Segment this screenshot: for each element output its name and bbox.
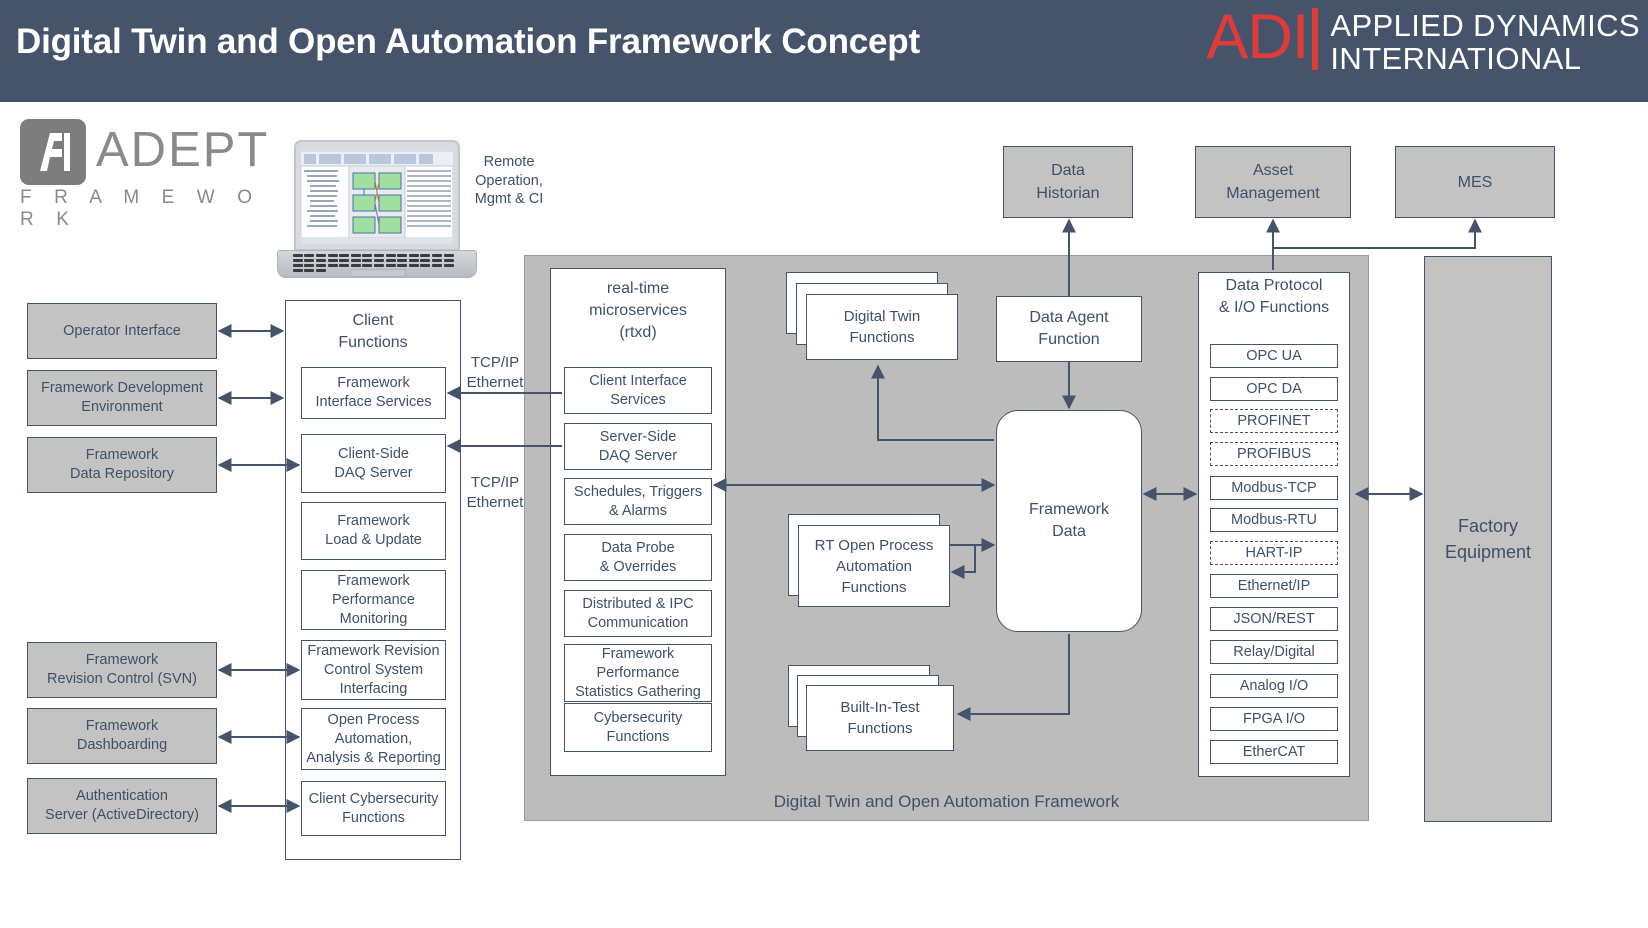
box-framework-performance-statistics-gathering[interactable]: Framework Performance Statistics Gathering <box>564 644 712 702</box>
adi-logo-wordmark: APPLIED DYNAMICS INTERNATIONAL <box>1330 6 1640 75</box>
laptop-base <box>277 250 477 278</box>
box-protocol-relay-digital[interactable]: Relay/Digital <box>1210 640 1338 664</box>
box-cybersecurity-functions[interactable]: Cybersecurity Functions <box>564 703 712 752</box>
box-built-in-test-functions[interactable]: Built-In-Test Functions <box>806 685 954 751</box>
remote-operation-label: Remote Operation, Mgmt & CI <box>474 154 544 207</box>
adi-logo-divider <box>1312 8 1319 70</box>
box-digital-twin-functions[interactable]: Digital Twin Functions <box>806 294 958 360</box>
laptop-keyboard <box>292 253 464 273</box>
box-framework-revision-control-system-interfacing[interactable]: Framework Revision Control System Interfac… <box>301 640 446 700</box>
box-protocol-fpga-io[interactable]: FPGA I/O <box>1210 707 1338 731</box>
box-client-interface-services[interactable]: Client Interface Services <box>564 367 712 414</box>
laptop-screen <box>301 147 453 244</box>
laptop-trackpad <box>350 269 406 277</box>
box-client-cybersecurity-functions[interactable]: Client Cybersecurity Functions <box>301 781 446 836</box>
page-header: Digital Twin and Open Automation Framewo… <box>0 0 1648 102</box>
laptop-lid <box>294 140 460 251</box>
adi-logo-line2: INTERNATIONAL <box>1330 41 1582 76</box>
box-framework-revision-control[interactable]: Framework Revision Control (SVN) <box>27 642 217 698</box>
box-operator-interface[interactable]: Operator Interface <box>27 303 217 359</box>
stack-rt-open-process-automation[interactable]: RT Open Process Automation Functions <box>788 514 974 624</box>
box-framework-performance-monitoring[interactable]: Framework Performance Monitoring <box>301 570 446 630</box>
box-data-agent-function[interactable]: Data Agent Function <box>996 296 1142 362</box>
box-factory-equipment[interactable]: Factory Equipment <box>1424 256 1552 822</box>
box-data-historian[interactable]: Data Historian <box>1003 146 1133 218</box>
box-framework-load-update[interactable]: Framework Load & Update <box>301 502 446 560</box>
adept-framework-logo: ADEPT F R A M E W O R K <box>14 117 276 230</box>
link-label-top: TCP/IP Ethernet <box>466 354 524 391</box>
adept-subtitle: F R A M E W O R K <box>20 187 261 230</box>
client-functions-title: Client Functions <box>338 312 408 351</box>
box-protocol-profibus[interactable]: PROFIBUS <box>1210 442 1338 466</box>
box-framework-data-repository[interactable]: Framework Data Repository <box>27 437 217 493</box>
box-rt-open-process-automation-functions[interactable]: RT Open Process Automation Functions <box>798 525 950 607</box>
box-framework-development-environment[interactable]: Framework Development Environment <box>27 370 217 426</box>
box-server-side-daq-server[interactable]: Server-Side DAQ Server <box>564 423 712 470</box>
box-open-process-automation-analysis-reporting[interactable]: Open Process Automation, Analysis & Report… <box>301 708 446 770</box>
box-framework-interface-services[interactable]: Framework Interface Services <box>301 367 446 419</box>
box-protocol-opc-da[interactable]: OPC DA <box>1210 377 1338 401</box>
framework-panel-label: Digital Twin and Open Automation Framewo… <box>773 792 1120 811</box>
protocols-title: Data Protocol & I/O Functions <box>1218 277 1330 316</box>
box-distributed-ipc-communication[interactable]: Distributed & IPC Communication <box>564 590 712 637</box>
laptop-illustration <box>277 140 477 280</box>
page-title: Digital Twin and Open Automation Framewo… <box>16 22 920 61</box>
box-asset-management[interactable]: Asset Management <box>1195 146 1351 218</box>
box-protocol-ethercat[interactable]: EtherCAT <box>1210 740 1338 764</box>
adept-logo-icon <box>20 119 86 185</box>
box-framework-data[interactable]: Framework Data <box>996 410 1142 632</box>
box-protocol-ethernet-ip[interactable]: Ethernet/IP <box>1210 574 1338 598</box>
link-label-bottom: TCP/IP Ethernet <box>466 474 524 511</box>
adi-logo: ADI APPLIED DYNAMICS INTERNATIONAL <box>1206 2 1640 76</box>
box-protocol-hart-ip[interactable]: HART-IP <box>1210 541 1338 565</box>
rtxd-title: real-time microservices (rtxd) <box>589 280 687 341</box>
box-protocol-modbus-rtu[interactable]: Modbus-RTU <box>1210 508 1338 532</box>
box-authentication-server[interactable]: Authentication Server (ActiveDirectory) <box>27 778 217 834</box>
adi-logo-line1: APPLIED DYNAMICS <box>1330 8 1640 43</box>
stack-built-in-test[interactable]: Built-In-Test Functions <box>788 665 974 765</box>
box-protocol-profinet[interactable]: PROFINET <box>1210 409 1338 433</box>
box-data-probe-overrides[interactable]: Data Probe & Overrides <box>564 534 712 581</box>
stack-digital-twin-functions[interactable]: Digital Twin Functions <box>786 272 972 366</box>
adept-wordmark: ADEPT <box>96 123 270 177</box>
box-protocol-opc-ua[interactable]: OPC UA <box>1210 344 1338 368</box>
box-protocol-analog-io[interactable]: Analog I/O <box>1210 674 1338 698</box>
adi-logo-mark: ADI <box>1206 2 1309 72</box>
box-framework-dashboarding[interactable]: Framework Dashboarding <box>27 708 217 764</box>
box-client-side-daq-server[interactable]: Client-Side DAQ Server <box>301 434 446 493</box>
box-mes[interactable]: MES <box>1395 146 1555 218</box>
box-protocol-json-rest[interactable]: JSON/REST <box>1210 607 1338 631</box>
box-protocol-modbus-tcp[interactable]: Modbus-TCP <box>1210 476 1338 500</box>
box-schedules-triggers-alarms[interactable]: Schedules, Triggers & Alarms <box>564 478 712 525</box>
